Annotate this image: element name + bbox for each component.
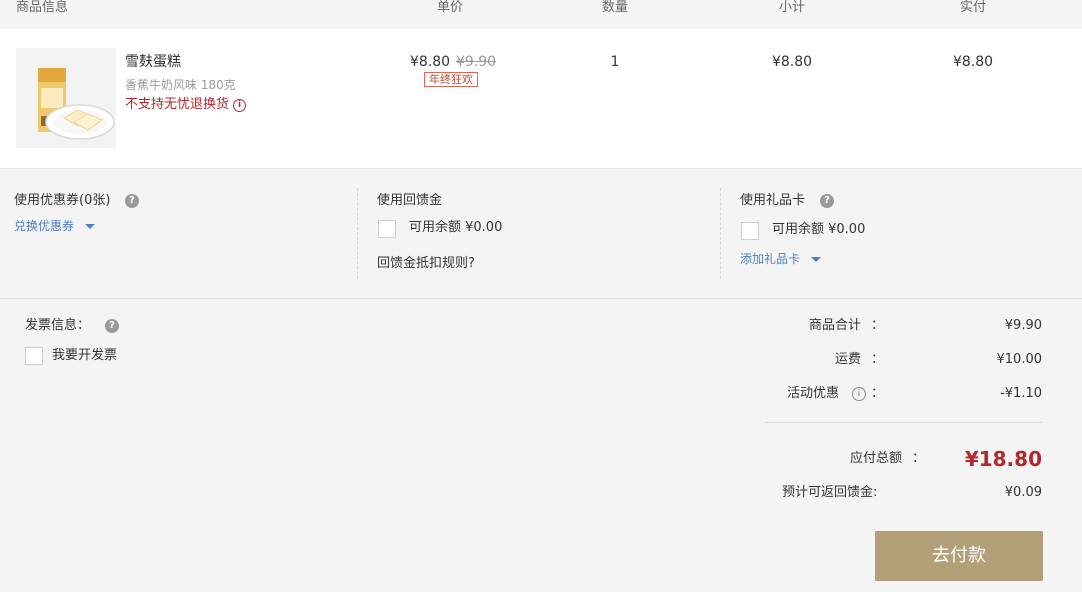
- rebate-balance: 可用余额 ¥0.00: [409, 220, 503, 235]
- product-spec: 香蕉牛奶风味 180克: [125, 78, 236, 92]
- redeem-coupon-link[interactable]: 兑换优惠券: [14, 219, 74, 233]
- original-price: ¥9.90: [456, 54, 497, 70]
- colon: ：: [871, 318, 885, 333]
- discount-options: 使用优惠券(0张) 兑换优惠券 使用回馈金 可用余额 ¥0.00 回馈金抵扣规则…: [0, 169, 1082, 299]
- gift-card-balance: 可用余额 ¥0.00: [772, 222, 866, 237]
- header-quantity: 数量: [601, 0, 628, 15]
- divider: [720, 188, 721, 279]
- question-circle-icon[interactable]: [105, 319, 119, 333]
- product-name[interactable]: 雪麸蛋糕: [125, 54, 181, 70]
- quantity-value: 1: [610, 54, 620, 70]
- rebate-checkbox[interactable]: [378, 220, 396, 238]
- info-circle-icon[interactable]: [233, 98, 247, 112]
- rebate-title: 使用回馈金: [377, 193, 443, 208]
- header-unit-price: 单价: [436, 0, 463, 15]
- table-row: 雪麸蛋糕 香蕉牛奶风味 180克 不支持无忧退换货 ¥8.80 ¥9.90 年终…: [0, 29, 1082, 169]
- table-header: 商品信息 单价 数量 小计 实付: [0, 0, 1082, 29]
- rebate-estimate-label: 预计可返回馈金:: [782, 485, 878, 500]
- header-subtotal: 小计: [778, 0, 805, 15]
- header-paid: 实付: [959, 0, 986, 15]
- order-summary-area: 发票信息： 我要开发票 商品合计 ： ¥9.90 运费 ： ¥10.00 活动优…: [0, 299, 1082, 592]
- promo-badge: 年终狂欢: [424, 72, 478, 87]
- items-total-label: 商品合计: [808, 318, 861, 333]
- shipping-value: ¥10.00: [996, 352, 1043, 367]
- invoice-checkbox-label[interactable]: 我要开发票: [52, 348, 117, 364]
- header-product-info: 商品信息: [16, 0, 69, 15]
- product-image[interactable]: [16, 48, 116, 148]
- colon: ：: [871, 386, 885, 401]
- discount-value: -¥1.10: [1000, 386, 1042, 401]
- divider: [357, 188, 358, 279]
- rebate-estimate-value: ¥0.09: [1004, 485, 1042, 500]
- caret-down-icon[interactable]: [85, 224, 95, 229]
- invoice-checkbox[interactable]: [25, 347, 43, 365]
- items-total-value: ¥9.90: [1004, 318, 1042, 333]
- subtotal-value: ¥8.80: [771, 54, 813, 70]
- payable-total: ¥18.80: [964, 447, 1042, 471]
- invoice-title: 发票信息：: [25, 318, 91, 333]
- info-circle-icon[interactable]: [852, 387, 866, 401]
- unit-price: ¥8.80: [410, 54, 451, 70]
- discount-label: 活动优惠: [786, 386, 839, 401]
- gift-card-title: 使用礼品卡: [740, 193, 806, 208]
- question-circle-icon[interactable]: [125, 194, 139, 208]
- return-notice-text: 不支持无忧退换货: [125, 97, 230, 112]
- caret-down-icon[interactable]: [811, 257, 821, 262]
- divider: [765, 422, 1042, 423]
- rebate-rules-link[interactable]: 回馈金抵扣规则?: [377, 256, 475, 272]
- shipping-label: 运费: [834, 352, 861, 367]
- gift-card-checkbox[interactable]: [741, 222, 759, 240]
- paid-value: ¥8.80: [952, 54, 994, 70]
- pay-button[interactable]: 去付款: [875, 531, 1043, 581]
- coupon-title: 使用优惠券(0张): [14, 193, 111, 208]
- colon: ：: [871, 352, 885, 367]
- add-gift-card-link[interactable]: 添加礼品卡: [740, 252, 800, 266]
- return-notice: 不支持无忧退换货: [125, 97, 247, 113]
- question-circle-icon[interactable]: [820, 194, 834, 208]
